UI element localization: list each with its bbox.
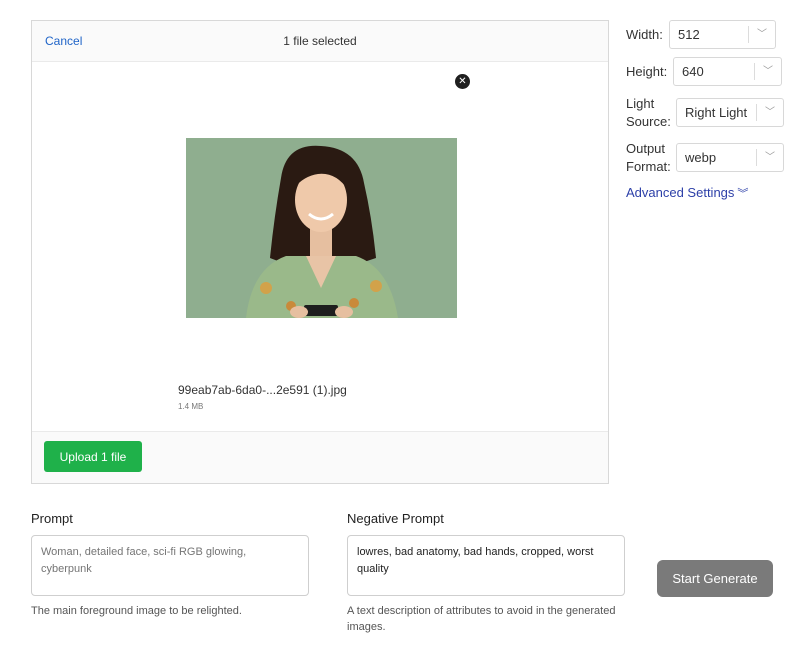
light-source-label: Light Source: <box>626 95 671 131</box>
negative-prompt-input[interactable]: lowres, bad anatomy, bad hands, cropped,… <box>347 535 625 596</box>
advanced-settings-toggle[interactable]: Advanced Settings ︾ <box>626 185 748 201</box>
selected-count: 1 file selected <box>283 34 357 48</box>
output-format-label-line2: Format: <box>626 159 671 174</box>
woman-photo-thumbnail <box>186 138 457 318</box>
select-divider <box>748 26 749 43</box>
width-label: Width: <box>626 27 663 42</box>
output-format-value: webp <box>685 150 717 165</box>
light-source-label-line1: Light <box>626 96 655 111</box>
start-generate-button[interactable]: Start Generate <box>657 560 773 597</box>
chevron-down-icon: ﹀ <box>765 107 775 118</box>
light-source-value: Right Light <box>685 105 748 120</box>
prompt-hint: The main foreground image to be relighte… <box>31 605 242 617</box>
light-source-select[interactable]: Right Light ﹀ <box>676 98 784 127</box>
light-source-label-line2: Source: <box>626 114 671 129</box>
output-format-select[interactable]: webp ﹀ <box>676 143 784 172</box>
chevron-down-icon: ﹀ <box>763 66 773 77</box>
image-preview <box>186 138 457 318</box>
file-uploader: Cancel 1 file selected ✕ 99eab7ab-6da0-.… <box>31 20 609 484</box>
prompt-label: Prompt <box>31 511 73 526</box>
width-select[interactable]: 512 ﹀ <box>669 20 776 49</box>
negative-prompt-label: Negative Prompt <box>347 511 444 526</box>
height-value: 640 <box>682 64 704 79</box>
chevron-down-icon: ﹀ <box>757 29 767 40</box>
select-divider <box>756 149 757 166</box>
height-label: Height: <box>626 64 668 79</box>
file-name: 99eab7ab-6da0-...2e591 (1).jpg <box>178 383 347 397</box>
width-value: 512 <box>678 27 700 42</box>
file-size: 1.4 MB <box>178 402 204 411</box>
uploader-top-bar: Cancel 1 file selected <box>32 21 608 62</box>
advanced-settings-label: Advanced Settings <box>626 185 735 200</box>
select-divider <box>754 63 755 80</box>
uploader-bottom-bar: Upload 1 file <box>32 431 608 483</box>
upload-button[interactable]: Upload 1 file <box>44 441 142 472</box>
negative-prompt-hint: A text description of attributes to avoi… <box>347 605 616 633</box>
double-chevron-down-icon: ︾ <box>737 188 749 200</box>
chevron-down-icon: ﹀ <box>765 152 775 163</box>
output-format-label-line1: Output <box>626 141 666 156</box>
output-format-label: Output Format: <box>626 140 671 176</box>
height-select[interactable]: 640 ﹀ <box>673 57 782 86</box>
select-divider <box>756 104 757 121</box>
close-icon[interactable]: ✕ <box>455 74 470 89</box>
prompt-input[interactable] <box>31 535 309 596</box>
